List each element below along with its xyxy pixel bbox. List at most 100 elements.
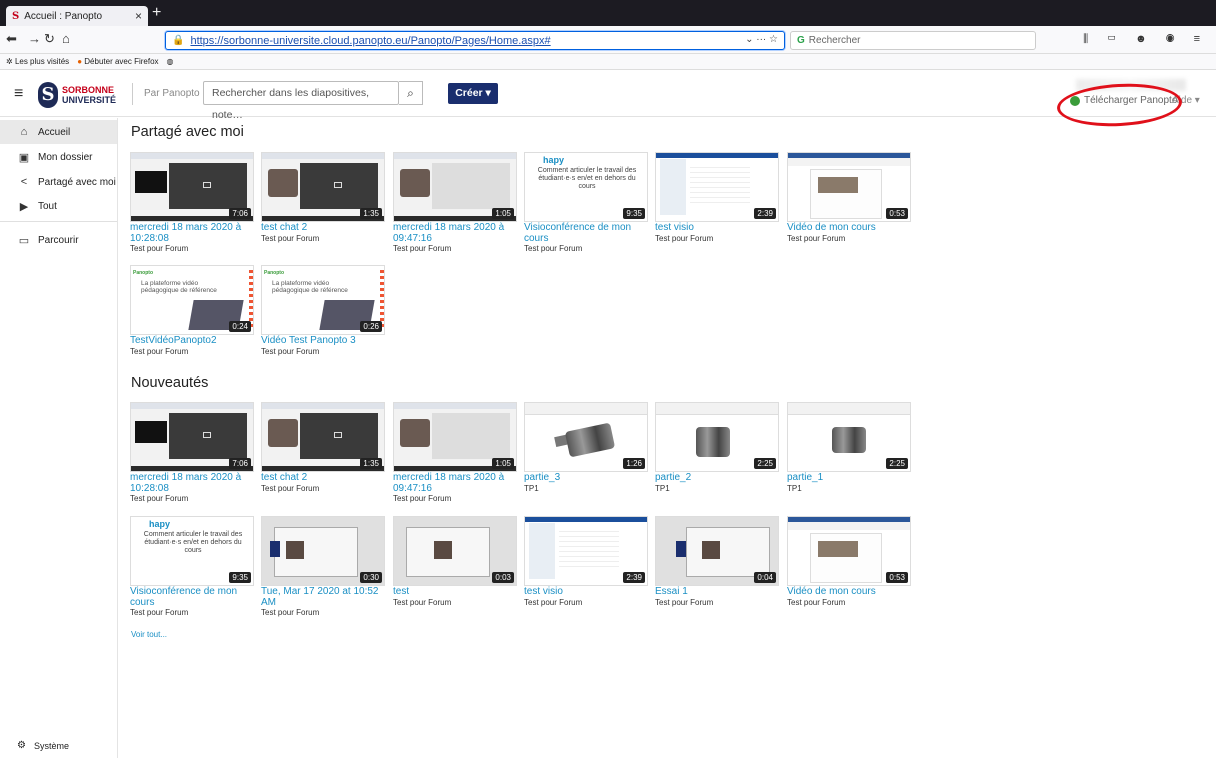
video-card[interactable]: 7:06 mercredi 18 mars 2020 à 10:28:08 Te… bbox=[130, 402, 254, 503]
video-title[interactable]: mercredi 18 mars 2020 à 10:28:08 bbox=[130, 472, 254, 494]
video-card[interactable]: Panopto La plateforme vidéo pédagogique d… bbox=[261, 265, 385, 356]
sidebar-item-accueil[interactable]: ⌂ Accueil bbox=[0, 120, 117, 144]
video-thumbnail[interactable]: 2:25 bbox=[655, 402, 779, 472]
video-thumbnail[interactable]: 0:53 bbox=[787, 152, 911, 222]
duration-badge: 1:35 bbox=[360, 458, 382, 469]
video-folder: Test pour Forum bbox=[261, 233, 320, 243]
url-bar[interactable]: 🔒 https://sorbonne-universite.cloud.pano… bbox=[165, 31, 785, 50]
video-card[interactable]: 2:39 test visio Test pour Forum bbox=[524, 516, 648, 607]
video-card[interactable]: 1:35 test chat 2 Test pour Forum bbox=[261, 402, 385, 493]
video-card[interactable]: 0:04 Essai 1 Test pour Forum bbox=[655, 516, 779, 607]
video-title[interactable]: Visioconférence de mon cours bbox=[524, 222, 648, 244]
thumb-text: Comment articuler le travail des étudian… bbox=[537, 167, 637, 190]
video-thumbnail[interactable]: 1:35 bbox=[261, 402, 385, 472]
video-title[interactable]: test bbox=[393, 586, 517, 598]
search-icon[interactable]: ⌕ bbox=[399, 81, 423, 105]
video-title[interactable]: Tue, Mar 17 2020 at 10:52 AM bbox=[261, 586, 385, 608]
back-arrow-icon[interactable]: ⬅ bbox=[6, 31, 17, 47]
video-card[interactable]: 0:53 Vidéo de mon cours Test pour Forum bbox=[787, 516, 911, 607]
video-card[interactable]: hapy Comment articuler le travail des étu… bbox=[130, 516, 254, 617]
video-thumbnail[interactable]: 1:05 bbox=[393, 402, 517, 472]
video-card[interactable]: 1:05 mercredi 18 mars 2020 à 09:47:16 Te… bbox=[393, 402, 517, 503]
video-card[interactable]: 1:26 partie_3 TP1 bbox=[524, 402, 648, 493]
video-title[interactable]: test visio bbox=[655, 222, 779, 234]
sidebar-item-parcourir[interactable]: ▭ Parcourir bbox=[0, 228, 117, 252]
video-folder: Test pour Forum bbox=[393, 597, 452, 607]
bookmark-most-visited[interactable]: ✲ Les plus visités bbox=[6, 57, 69, 66]
system-link[interactable]: ⚙ Système bbox=[17, 740, 69, 751]
video-card[interactable]: 7:06 mercredi 18 mars 2020 à 10:28:08 Te… bbox=[130, 152, 254, 253]
tab-close-icon[interactable]: × bbox=[135, 9, 142, 23]
video-thumbnail[interactable]: hapy Comment articuler le travail des étu… bbox=[524, 152, 648, 222]
video-card[interactable]: 1:05 mercredi 18 mars 2020 à 09:47:16 Te… bbox=[393, 152, 517, 253]
video-title[interactable]: Vidéo de mon cours bbox=[787, 586, 911, 598]
video-thumbnail[interactable]: 1:05 bbox=[393, 152, 517, 222]
video-title[interactable]: Vidéo de mon cours bbox=[787, 222, 911, 234]
video-thumbnail[interactable]: 2:39 bbox=[524, 516, 648, 586]
section-title-new: Nouveautés bbox=[131, 375, 209, 391]
reload-icon[interactable]: ↻ bbox=[44, 31, 55, 47]
video-thumbnail[interactable]: Panopto La plateforme vidéo pédagogique d… bbox=[130, 265, 254, 335]
video-title[interactable]: Visioconférence de mon cours bbox=[130, 586, 254, 608]
video-title[interactable]: Vidéo Test Panopto 3 bbox=[261, 335, 385, 347]
video-thumbnail[interactable]: 0:04 bbox=[655, 516, 779, 586]
video-card[interactable]: 2:25 partie_1 TP1 bbox=[787, 402, 911, 493]
section-title-shared: Partagé avec moi bbox=[131, 124, 244, 140]
video-card[interactable]: 1:35 test chat 2 Test pour Forum bbox=[261, 152, 385, 243]
url-actions-icon[interactable]: ⌄ ··· ☆ bbox=[745, 34, 778, 45]
bookmark-getting-started[interactable]: ● Débuter avec Firefox bbox=[77, 57, 158, 66]
video-thumbnail[interactable]: 7:06 bbox=[130, 152, 254, 222]
video-title[interactable]: mercredi 18 mars 2020 à 10:28:08 bbox=[130, 222, 254, 244]
video-thumbnail[interactable]: 2:25 bbox=[787, 402, 911, 472]
folder-icon: ▭ bbox=[18, 234, 30, 247]
video-library-icon: ▶ bbox=[19, 200, 29, 213]
video-title[interactable]: test chat 2 bbox=[261, 472, 385, 484]
video-thumbnail[interactable]: hapy Comment articuler le travail des étu… bbox=[130, 516, 254, 586]
video-title[interactable]: mercredi 18 mars 2020 à 09:47:16 bbox=[393, 222, 517, 244]
video-thumbnail[interactable]: 2:39 bbox=[655, 152, 779, 222]
new-tab-icon[interactable]: + bbox=[152, 4, 161, 22]
video-folder: Test pour Forum bbox=[130, 244, 189, 253]
video-card[interactable]: 2:25 partie_2 TP1 bbox=[655, 402, 779, 493]
browser-search-field[interactable]: G Rechercher bbox=[790, 31, 1036, 50]
sidebar-item-mon-dossier[interactable]: ▣ Mon dossier bbox=[0, 145, 117, 169]
toolbar-icons[interactable]: ⫼ ▭ ☻ ◉ ≡ bbox=[1083, 33, 1208, 46]
video-card[interactable]: 0:03 test Test pour Forum bbox=[393, 516, 517, 607]
app-header: ≡ S SORBONNE UNIVERSITÉ Par Panopto Rech… bbox=[0, 71, 1216, 121]
video-card[interactable]: 2:39 test visio Test pour Forum bbox=[655, 152, 779, 243]
video-title[interactable]: test visio bbox=[524, 586, 648, 598]
video-title[interactable]: partie_1 bbox=[787, 472, 911, 484]
forward-arrow-icon[interactable]: → bbox=[28, 31, 41, 46]
video-card[interactable]: 0:53 Vidéo de mon cours Test pour Forum bbox=[787, 152, 911, 243]
video-card[interactable]: Panopto La plateforme vidéo pédagogique d… bbox=[130, 265, 254, 356]
video-thumbnail[interactable]: 0:30 bbox=[261, 516, 385, 586]
video-title[interactable]: partie_3 bbox=[524, 472, 648, 484]
video-title[interactable]: mercredi 18 mars 2020 à 09:47:16 bbox=[393, 472, 517, 494]
video-thumbnail[interactable]: 7:06 bbox=[130, 402, 254, 472]
video-card[interactable]: hapy Comment articuler le travail des étu… bbox=[524, 152, 648, 253]
video-title[interactable]: test chat 2 bbox=[261, 222, 385, 234]
video-thumbnail[interactable]: 0:53 bbox=[787, 516, 911, 586]
sidebar-item-tout[interactable]: ▶ Tout bbox=[0, 194, 117, 218]
video-folder: Test pour Forum bbox=[130, 494, 189, 503]
home-browser-icon[interactable]: ⌂ bbox=[62, 31, 70, 46]
video-thumbnail[interactable]: 0:03 bbox=[393, 516, 517, 586]
globe-icon[interactable]: ◍ bbox=[167, 57, 174, 66]
firefox-icon: ● bbox=[77, 57, 83, 66]
sidebar-item-partage[interactable]: < Partagé avec moi bbox=[0, 170, 117, 194]
video-folder: Test pour Forum bbox=[524, 597, 583, 607]
view-all-link[interactable]: Voir tout... bbox=[131, 630, 167, 639]
create-button[interactable]: Créer ▾ bbox=[448, 83, 498, 104]
duration-badge: 1:05 bbox=[492, 208, 514, 219]
search-input[interactable]: Rechercher dans les diapositives, note… bbox=[203, 81, 399, 121]
video-title[interactable]: Essai 1 bbox=[655, 586, 779, 598]
menu-icon[interactable]: ≡ bbox=[14, 85, 23, 103]
sorbonne-logo[interactable]: S SORBONNE UNIVERSITÉ bbox=[38, 81, 124, 109]
video-thumbnail[interactable]: Panopto La plateforme vidéo pédagogique d… bbox=[261, 265, 385, 335]
video-thumbnail[interactable]: 1:26 bbox=[524, 402, 648, 472]
video-title[interactable]: TestVidéoPanopto2 bbox=[130, 335, 254, 347]
video-card[interactable]: 0:30 Tue, Mar 17 2020 at 10:52 AM Test p… bbox=[261, 516, 385, 617]
video-title[interactable]: partie_2 bbox=[655, 472, 779, 484]
video-thumbnail[interactable]: 1:35 bbox=[261, 152, 385, 222]
browser-tab[interactable]: S Accueil : Panopto × bbox=[6, 6, 148, 26]
